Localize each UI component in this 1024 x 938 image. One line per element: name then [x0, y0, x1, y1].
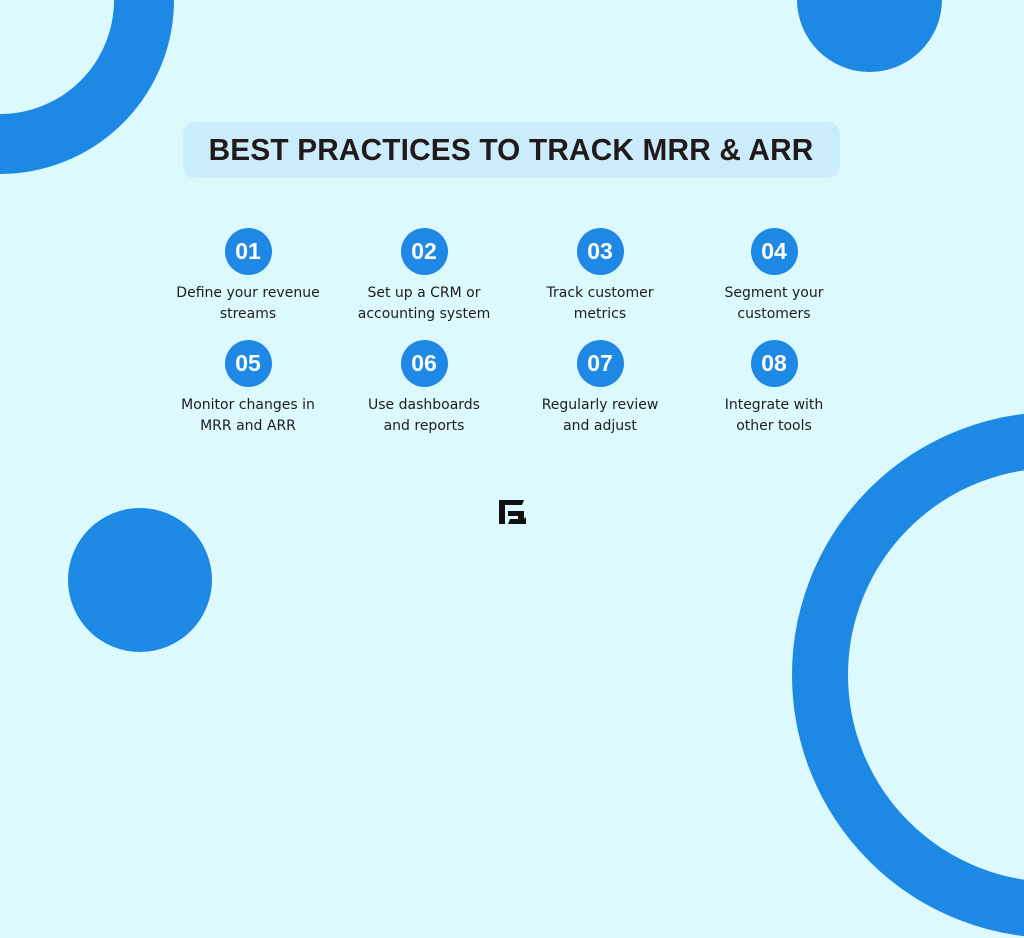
- decorative-circle-top-right: [797, 0, 942, 72]
- number-badge: 07: [576, 340, 624, 387]
- number-badge: 01: [224, 228, 272, 275]
- label-line: streams: [219, 306, 277, 322]
- label-line: metrics: [573, 306, 627, 322]
- practice-label: Use dashboards and reports: [339, 395, 509, 437]
- practice-label: Integrate with other tools: [689, 395, 859, 437]
- number-badge: 02: [400, 228, 448, 275]
- number-badge: 08: [750, 340, 798, 387]
- practice-label: Regularly review and adjust: [515, 395, 685, 437]
- label-line: Use dashboards: [368, 397, 480, 413]
- label-line: other tools: [736, 418, 812, 434]
- practice-item-05: 05 Monitor changes in MRR and ARR: [163, 340, 333, 437]
- label-line: Integrate with: [724, 397, 824, 413]
- label-line: Define your revenue: [176, 285, 320, 301]
- practice-label: Monitor changes in MRR and ARR: [163, 395, 333, 437]
- practice-item-01: 01 Define your revenue streams: [163, 228, 333, 325]
- label-line: Monitor changes in: [181, 397, 315, 413]
- label-line: customers: [737, 306, 811, 322]
- practice-item-06: 06 Use dashboards and reports: [339, 340, 509, 437]
- practice-item-04: 04 Segment your customers: [689, 228, 859, 325]
- label-line: Track customer: [546, 285, 654, 301]
- label-line: accounting system: [357, 306, 491, 322]
- number-badge: 04: [750, 228, 798, 275]
- number-badge: 06: [400, 340, 448, 387]
- practice-label: Segment your customers: [689, 283, 859, 325]
- practice-item-08: 08 Integrate with other tools: [689, 340, 859, 437]
- label-line: Set up a CRM or: [367, 285, 481, 301]
- label-line: and reports: [383, 418, 465, 434]
- practice-item-03: 03 Track customer metrics: [515, 228, 685, 325]
- page-title: BEST PRACTICES TO TRACK MRR & ARR: [209, 132, 814, 167]
- label-line: and adjust: [563, 418, 637, 434]
- decorative-ring-top-left: [0, 0, 174, 174]
- number-badge: 03: [576, 228, 624, 275]
- practice-item-07: 07 Regularly review and adjust: [515, 340, 685, 437]
- label-line: Regularly review: [541, 397, 659, 413]
- g-logo-icon: [499, 500, 526, 524]
- label-line: MRR and ARR: [200, 418, 296, 434]
- practice-label: Set up a CRM or accounting system: [339, 283, 509, 325]
- practice-label: Define your revenue streams: [163, 283, 333, 325]
- label-line: Segment your: [724, 285, 824, 301]
- decorative-circle-bottom-left: [68, 508, 212, 652]
- title-banner: BEST PRACTICES TO TRACK MRR & ARR: [183, 122, 840, 178]
- number-badge: 05: [224, 340, 272, 387]
- practice-label: Track customer metrics: [515, 283, 685, 325]
- practice-item-02: 02 Set up a CRM or accounting system: [339, 228, 509, 325]
- decorative-ring-bottom-right: [792, 412, 1024, 938]
